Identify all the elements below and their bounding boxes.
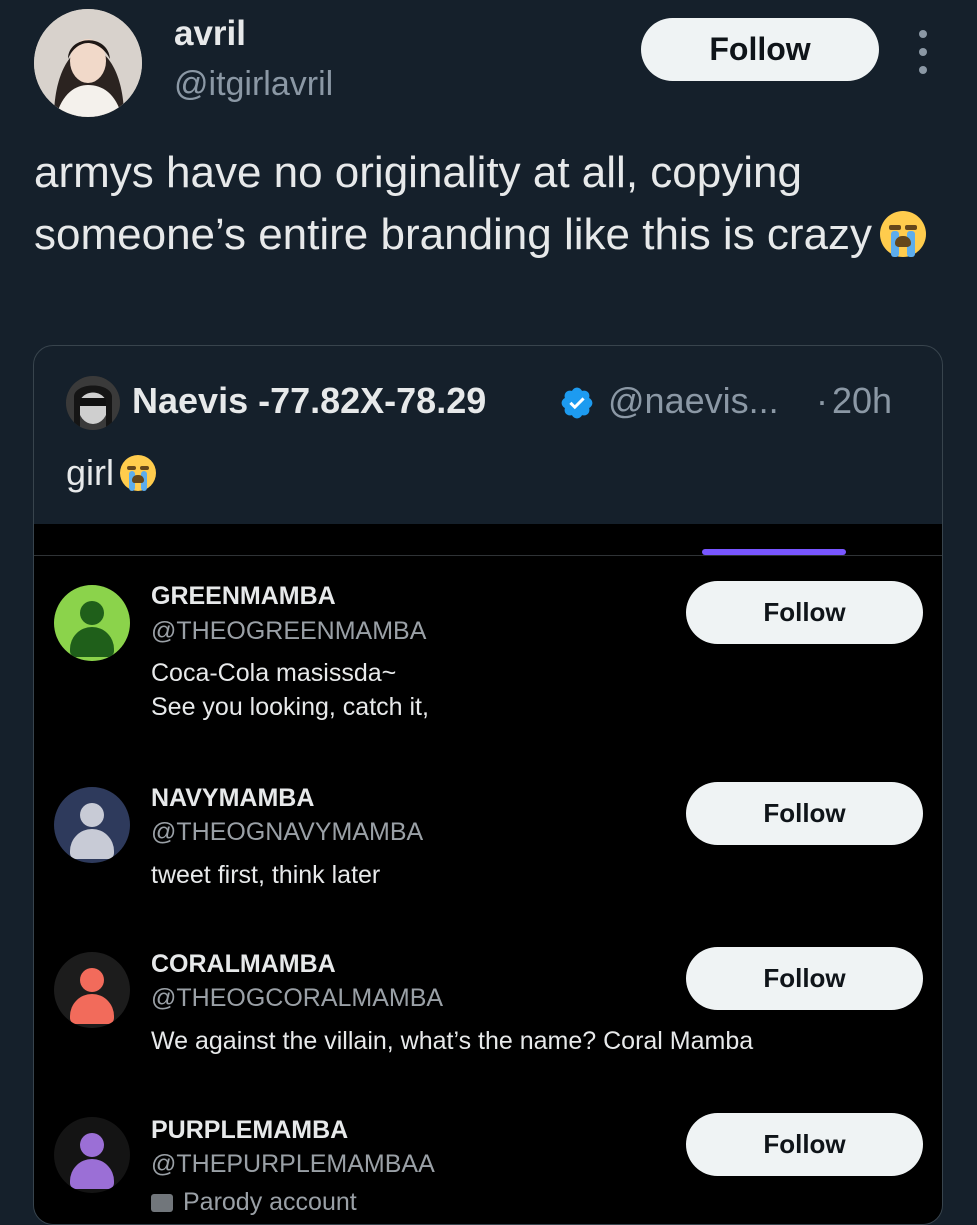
account-bio: We against the villain, what’s the name?…	[151, 1027, 754, 1055]
author-avatar-image	[34, 9, 142, 117]
parody-mask-icon	[151, 1194, 173, 1212]
account-name: CORALMAMBA	[151, 950, 336, 978]
quoted-display-name[interactable]: Naevis -77.82X-78.29	[132, 378, 486, 424]
account-follow-button: Follow	[686, 581, 923, 644]
active-tab-indicator	[702, 549, 846, 555]
account-follow-button: Follow	[686, 1113, 923, 1176]
quoted-separator: ·	[816, 380, 828, 421]
account-name: NAVYMAMBA	[151, 784, 315, 812]
quoted-avatar-image	[66, 376, 120, 430]
account-handle: @THEOGREENMAMBA	[151, 617, 427, 645]
tab-divider	[34, 555, 942, 556]
follow-button[interactable]: Follow	[641, 18, 879, 81]
greenmamba-avatar	[54, 585, 130, 661]
account-bio: Coca-Cola masissda~ See you looking, cat…	[151, 659, 429, 721]
quoted-author-avatar[interactable]	[66, 376, 120, 430]
author-avatar[interactable]	[34, 9, 142, 117]
loudly-crying-face-icon	[880, 211, 927, 257]
navymamba-avatar	[54, 787, 130, 863]
account-follow-button: Follow	[686, 947, 923, 1010]
purplemamba-avatar	[54, 1117, 130, 1193]
embedded-image[interactable]: GREENMAMBA @THEOGREENMAMBA Coca-Cola mas…	[34, 524, 942, 1224]
quoted-text: girl	[66, 450, 157, 496]
coralmamba-avatar	[54, 952, 130, 1028]
loudly-crying-face-icon	[120, 455, 157, 491]
author-handle[interactable]: @itgirlavril	[174, 64, 333, 104]
account-follow-button: Follow	[686, 782, 923, 845]
account-handle: @THEOGNAVYMAMBA	[151, 818, 424, 846]
account-name: PURPLEMAMBA	[151, 1116, 349, 1144]
account-handle: @THEPURPLEMAMBAA	[151, 1150, 435, 1178]
account-name: GREENMAMBA	[151, 582, 336, 610]
account-bio: tweet first, think later	[151, 861, 381, 889]
quoted-timestamp[interactable]: 20h	[832, 378, 892, 424]
account-handle: @THEOGCORALMAMBA	[151, 984, 444, 1012]
more-options-icon[interactable]	[905, 30, 941, 74]
tweet-text: armys have no originality at all, copyin…	[34, 142, 954, 266]
parody-label: Parody account	[183, 1188, 357, 1216]
quoted-handle[interactable]: @naevis...	[608, 378, 779, 424]
tweet-text-body: armys have no originality at all, copyin…	[34, 148, 873, 259]
quoted-text-body: girl	[66, 452, 115, 493]
author-display-name[interactable]: avril	[174, 14, 246, 54]
quoted-tweet[interactable]: Naevis -77.82X-78.29 @naevis... · 20h gi…	[33, 345, 943, 1225]
verified-badge-icon	[561, 387, 593, 419]
account-bio: Parody account	[151, 1185, 357, 1219]
